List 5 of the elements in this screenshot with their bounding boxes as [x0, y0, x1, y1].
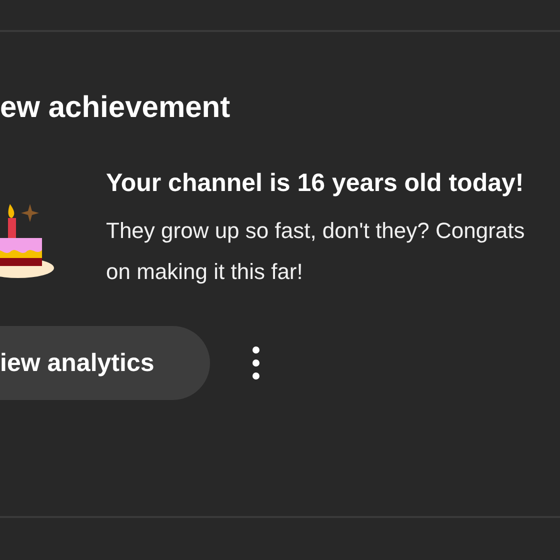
more-icon — [252, 346, 260, 380]
achievement-message: They grow up so fast, don't they? Congrats on making it this far! — [106, 217, 526, 286]
section-title: ew achievement — [0, 90, 232, 126]
view-analytics-button[interactable]: iew analytics — [0, 326, 210, 400]
achievement-heading: Your channel is 16 years old today! — [106, 168, 525, 199]
